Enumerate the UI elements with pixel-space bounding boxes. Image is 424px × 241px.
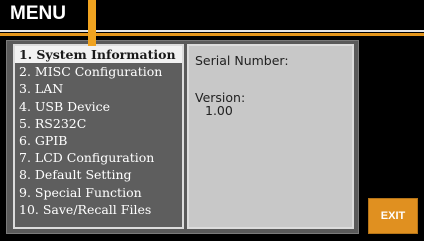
menu-item-special-function[interactable]: 9. Special Function (15, 184, 182, 201)
title-divider-white (0, 30, 424, 32)
menu-item-misc-configuration[interactable]: 2. MISC Configuration (15, 63, 182, 80)
menu-item-gpib[interactable]: 6. GPIB (15, 132, 182, 149)
page-title: MENU (10, 3, 66, 24)
exit-button[interactable]: EXIT (368, 198, 418, 234)
title-bar: MENU (0, 0, 424, 30)
menu-item-rs232c[interactable]: 5. RS232C (15, 115, 182, 132)
menu-item-default-setting[interactable]: 8. Default Setting (15, 166, 182, 183)
serial-number-label: Serial Number: (195, 53, 289, 68)
menu-item-lcd-configuration[interactable]: 7. LCD Configuration (15, 149, 182, 166)
selection-cursor-marker (88, 0, 96, 46)
menu-item-lan[interactable]: 3. LAN (15, 80, 182, 97)
info-panel: Serial Number: Version: 1.00 (187, 44, 354, 229)
version-value: 1.00 (205, 103, 233, 118)
menu-item-system-information[interactable]: 1. System Information (15, 46, 182, 64)
title-divider-accent (0, 33, 424, 36)
menu-item-save-recall-files[interactable]: 10. Save/Recall Files (15, 201, 182, 218)
menu-list: 1. System Information 2. MISC Configurat… (13, 44, 184, 229)
menu-item-usb-device[interactable]: 4. USB Device (15, 98, 182, 115)
